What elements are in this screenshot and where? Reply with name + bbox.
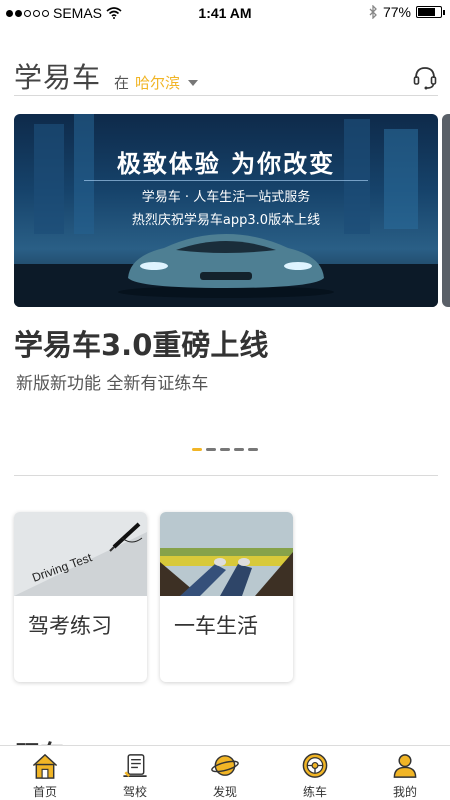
city-prefix: 在 bbox=[114, 74, 130, 92]
pager-dot[interactable] bbox=[220, 448, 230, 451]
planet-icon bbox=[211, 755, 239, 776]
promo-title: 学易车3.0重磅上线 bbox=[14, 328, 269, 362]
banner-tagline: 学易车 · 人车生活一站式服务 bbox=[141, 190, 311, 205]
school-icon bbox=[123, 754, 147, 778]
banner-headline: 极致体验 为你改变 bbox=[116, 150, 336, 178]
headset-icon[interactable] bbox=[412, 64, 438, 90]
section-divider bbox=[14, 475, 438, 476]
tab-home[interactable]: 首页 bbox=[0, 746, 90, 800]
next-banner-peek[interactable] bbox=[442, 114, 450, 307]
bottom-tab-bar: 首页 驾校 发现 练车 我的 bbox=[0, 745, 450, 800]
tab-school[interactable]: 驾校 bbox=[90, 746, 180, 800]
pager-dot[interactable] bbox=[192, 448, 202, 451]
pager-dot[interactable] bbox=[206, 448, 216, 451]
tab-practice[interactable]: 练车 bbox=[270, 746, 360, 800]
battery-percent: 77% bbox=[382, 4, 411, 20]
promo-subtitle: 新版新功能 全新有证练车 bbox=[16, 374, 209, 394]
tab-discover[interactable]: 发现 bbox=[180, 746, 270, 800]
card-label: 驾考练习 bbox=[28, 614, 112, 638]
app-title: 学易车 bbox=[14, 61, 102, 94]
battery-fill bbox=[418, 8, 435, 16]
bluetooth-icon bbox=[369, 5, 377, 19]
card-label: 一车生活 bbox=[174, 614, 258, 638]
steering-wheel-icon bbox=[302, 753, 328, 778]
city-name: 哈尔滨 bbox=[135, 74, 181, 92]
promo-banner[interactable]: 极致体验 为你改变 学易车 · 人车生活一站式服务 热烈庆祝学易车app3.0版… bbox=[14, 114, 438, 307]
tab-label: 发现 bbox=[212, 785, 237, 799]
tab-mine[interactable]: 我的 bbox=[360, 746, 450, 800]
pager-dot[interactable] bbox=[234, 448, 244, 451]
status-bar: SEMAS 1:41 AM 77% bbox=[0, 0, 450, 26]
carousel-indicator[interactable] bbox=[192, 448, 258, 451]
status-right: 77% bbox=[369, 4, 445, 20]
chevron-down-icon bbox=[188, 79, 199, 86]
banner-divider bbox=[84, 180, 368, 181]
tab-label: 练车 bbox=[302, 785, 327, 799]
pager-dot[interactable] bbox=[248, 448, 258, 451]
sports-car-image bbox=[118, 234, 334, 298]
home-icon bbox=[32, 753, 58, 779]
tab-label: 驾校 bbox=[122, 785, 147, 799]
driving-test-card[interactable]: Driving Test 驾考练习 bbox=[14, 512, 147, 682]
city-selector[interactable]: 在 哈尔滨 bbox=[114, 72, 199, 93]
battery-icon bbox=[416, 6, 445, 18]
user-icon bbox=[393, 754, 417, 778]
app-header: 学易车 在 哈尔滨 bbox=[14, 56, 438, 96]
tab-label: 我的 bbox=[392, 785, 417, 799]
car-life-card[interactable]: 一车生活 bbox=[160, 512, 293, 682]
tab-label: 首页 bbox=[32, 785, 57, 799]
car-life-image bbox=[160, 512, 293, 596]
driving-test-image: Driving Test bbox=[14, 512, 147, 596]
